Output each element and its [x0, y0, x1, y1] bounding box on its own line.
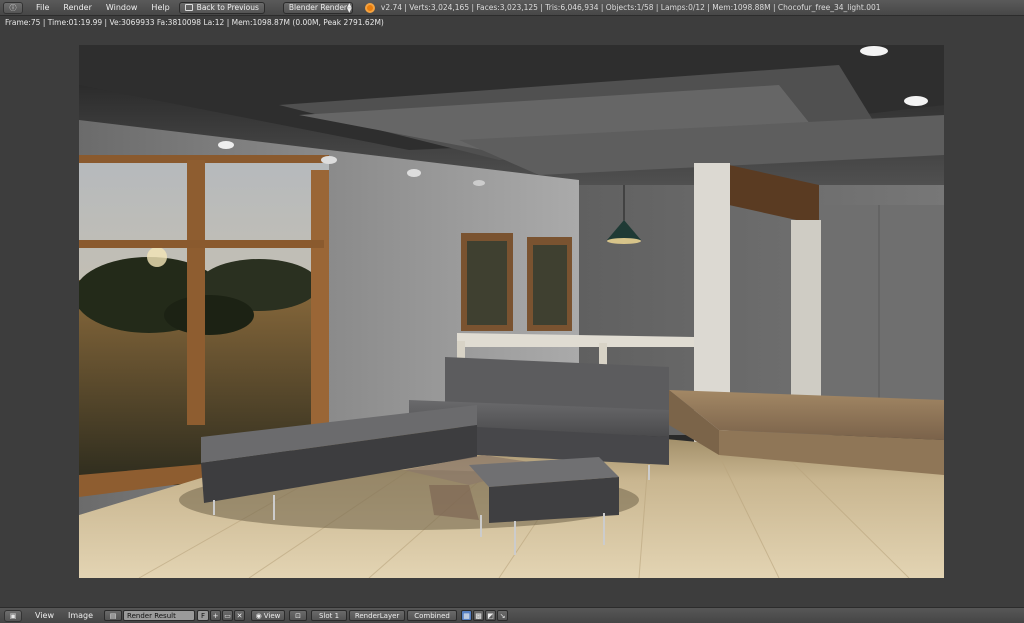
menu-window[interactable]: Window: [99, 3, 145, 12]
screen-icon: [184, 4, 193, 11]
plus-icon: +: [212, 611, 219, 620]
new-image-button[interactable]: +: [210, 610, 222, 621]
view-mode-select[interactable]: ◉ View: [251, 610, 286, 621]
editor-type-button[interactable]: ▣: [4, 609, 22, 622]
image-editor-viewport[interactable]: [0, 28, 1024, 605]
slot-label: Slot 1: [318, 611, 340, 620]
fake-user-label: F: [201, 611, 206, 620]
render-layer-label: RenderLayer: [354, 611, 400, 620]
checker-icon: ▦: [463, 611, 470, 620]
menu-image[interactable]: Image: [61, 611, 100, 620]
pointer-icon: ↘: [499, 611, 506, 620]
sample-button[interactable]: ↘: [497, 610, 509, 621]
render-pass-select[interactable]: Combined: [407, 610, 458, 621]
info-header: ⓘ File Render Window Help Back to Previo…: [0, 0, 1024, 16]
alpha-icon: ◩: [487, 611, 494, 620]
fake-user-button[interactable]: F: [197, 610, 210, 621]
open-image-button[interactable]: ▭: [222, 610, 234, 621]
updown-arrows-icon: ▲ ▼: [347, 1, 352, 14]
image-name-field[interactable]: Render Result: [123, 610, 196, 621]
display-rgb-button[interactable]: ▩: [473, 610, 485, 621]
slot-select[interactable]: Slot 1: [311, 610, 348, 621]
menu-render[interactable]: Render: [56, 3, 98, 12]
unlink-image-button[interactable]: ✕: [234, 610, 246, 621]
pivot-select[interactable]: ⊡: [289, 610, 308, 621]
pivot-icon: ⊡: [295, 611, 301, 620]
editor-type-button[interactable]: ⓘ: [3, 1, 23, 14]
close-icon: ✕: [236, 611, 243, 620]
info-icon: ⓘ: [9, 3, 17, 12]
eye-icon: ◉: [255, 611, 262, 620]
back-to-previous-label: Back to Previous: [196, 3, 259, 12]
render-pass-label: Combined: [414, 611, 450, 620]
menu-help[interactable]: Help: [144, 3, 176, 12]
image-browse-icon: ▤: [109, 611, 117, 620]
grid-icon: ▩: [475, 611, 482, 620]
render-engine-select[interactable]: Blender Render ▲ ▼: [282, 1, 353, 14]
render-status-line: Frame:75 | Time:01:19.99 | Ve:3069933 Fa…: [0, 16, 1024, 28]
menu-view[interactable]: View: [28, 611, 61, 620]
image-name-value: Render Result: [127, 611, 176, 620]
image-editor-header: ▣ View Image ▤ Render Result F + ▭ ✕ ◉ V…: [0, 607, 1024, 623]
back-to-previous-button[interactable]: Back to Previous: [178, 1, 265, 14]
image-browse-button[interactable]: ▤: [104, 610, 123, 621]
render-engine-label: Blender Render: [288, 3, 348, 12]
display-rgb-alpha-button[interactable]: ▦: [461, 610, 473, 621]
render-layer-select[interactable]: RenderLayer: [349, 610, 406, 621]
rendered-living-room-image: [79, 45, 944, 578]
folder-icon: ▭: [224, 611, 231, 620]
blender-logo-icon: [364, 2, 375, 13]
view-mode-label: View: [263, 611, 281, 620]
render-status-text: Frame:75 | Time:01:19.99 | Ve:3069933 Fa…: [5, 17, 384, 27]
scene-stats: v2.74 | Verts:3,024,165 | Faces:3,023,12…: [380, 3, 881, 12]
render-result-image: [79, 45, 944, 578]
image-editor-icon: ▣: [9, 611, 17, 620]
menu-file[interactable]: File: [29, 3, 56, 12]
display-alpha-button[interactable]: ◩: [485, 610, 497, 621]
